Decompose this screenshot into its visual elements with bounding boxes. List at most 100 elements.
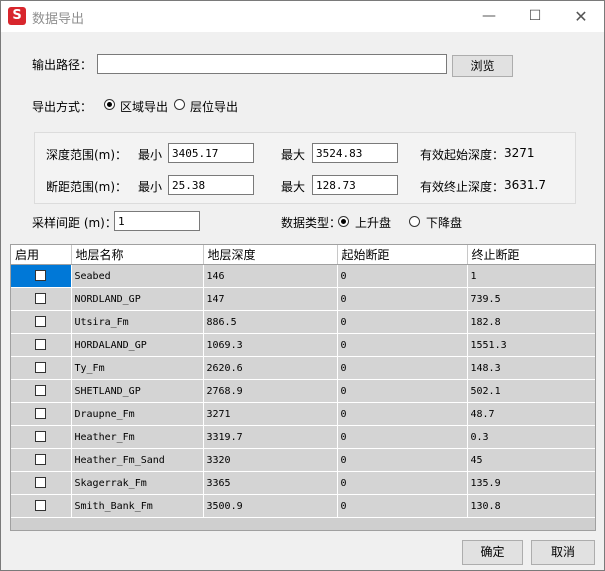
export-dialog: S 数据导出 — ☐ ✕ 输出路径： 浏览 导出方式： 区域导出 层位导出 深度… (0, 0, 605, 571)
enabled-cell[interactable] (11, 287, 72, 311)
export-mode-region-radio[interactable] (104, 99, 115, 110)
enabled-checkbox[interactable] (35, 293, 47, 305)
table-row[interactable]: Smith_Bank_Fm 3500.9 0 130.8 (11, 494, 595, 518)
enabled-cell[interactable] (11, 402, 72, 426)
enabled-cell[interactable] (11, 264, 72, 288)
table-row[interactable]: Seabed 146 0 1 (11, 264, 595, 288)
data-type-up-label[interactable]: 上升盘 (355, 214, 391, 231)
table-row[interactable]: NORDLAND_GP 147 0 739.5 (11, 287, 595, 311)
depth-max-label: 最大 (281, 148, 306, 162)
enabled-cell[interactable] (11, 379, 72, 403)
column-header-name[interactable]: 地层名称 (71, 245, 204, 265)
title-bar: S 数据导出 — ☐ ✕ (1, 1, 604, 32)
start-cell: 0 (337, 356, 468, 380)
name-cell: SHETLAND_GP (71, 379, 204, 403)
enabled-checkbox[interactable] (35, 385, 47, 397)
depth-cell: 147 (203, 287, 338, 311)
depth-min-input[interactable] (168, 143, 254, 163)
enabled-cell[interactable] (11, 356, 72, 380)
valid-end-depth-value: 3631.7 (504, 178, 546, 192)
enabled-cell[interactable] (11, 494, 72, 518)
table-row[interactable]: HORDALAND_GP 1069.3 0 1551.3 (11, 333, 595, 357)
sample-interval-label: 采样间距 (m)： (32, 216, 117, 230)
table-row[interactable]: Utsira_Fm 886.5 0 182.8 (11, 310, 595, 334)
start-cell: 0 (337, 402, 468, 426)
name-cell: HORDALAND_GP (71, 333, 204, 357)
export-mode-label: 导出方式： (32, 100, 93, 114)
enabled-checkbox[interactable] (35, 339, 47, 351)
start-cell: 0 (337, 264, 468, 288)
maximize-icon[interactable]: ☐ (512, 1, 558, 32)
start-cell: 0 (337, 471, 468, 495)
enabled-cell[interactable] (11, 333, 72, 357)
depth-cell: 3500.9 (203, 494, 338, 518)
end-cell: 45 (467, 448, 595, 472)
valid-start-depth-value: 3271 (504, 146, 535, 160)
column-header-end-offset[interactable]: 终止断距 (467, 245, 595, 265)
table-row[interactable]: Draupne_Fm 3271 0 48.7 (11, 402, 595, 426)
cancel-button[interactable]: 取消 (531, 540, 595, 565)
column-header-start-offset[interactable]: 起始断距 (337, 245, 468, 265)
offset-range-label: 断距范围(m)： (46, 180, 128, 194)
start-cell: 0 (337, 287, 468, 311)
enabled-checkbox[interactable] (35, 500, 47, 512)
start-cell: 0 (337, 425, 468, 449)
name-cell: Smith_Bank_Fm (71, 494, 204, 518)
enabled-checkbox[interactable] (35, 431, 47, 443)
depth-cell: 886.5 (203, 310, 338, 334)
enabled-cell[interactable] (11, 448, 72, 472)
offset-min-input[interactable] (168, 175, 254, 195)
end-cell: 135.9 (467, 471, 595, 495)
table-header: 启用 地层名称 地层深度 起始断距 终止断距 (11, 245, 595, 265)
enabled-cell[interactable] (11, 310, 72, 334)
output-path-input[interactable] (97, 54, 447, 74)
depth-cell: 2620.6 (203, 356, 338, 380)
close-icon[interactable]: ✕ (558, 1, 604, 32)
name-cell: Utsira_Fm (71, 310, 204, 334)
depth-cell: 3271 (203, 402, 338, 426)
table-row[interactable]: Heather_Fm_Sand 3320 0 45 (11, 448, 595, 472)
browse-button[interactable]: 浏览 (452, 55, 513, 77)
enabled-checkbox[interactable] (35, 362, 47, 374)
enabled-checkbox[interactable] (35, 270, 47, 282)
end-cell: 48.7 (467, 402, 595, 426)
depth-cell: 3365 (203, 471, 338, 495)
enabled-checkbox[interactable] (35, 454, 47, 466)
export-mode-region-label[interactable]: 区域导出 (120, 98, 168, 115)
depth-max-input[interactable] (312, 143, 398, 163)
export-mode-horizon-radio[interactable] (174, 99, 185, 110)
name-cell: Ty_Fm (71, 356, 204, 380)
depth-cell: 3319.7 (203, 425, 338, 449)
table-row[interactable]: Heather_Fm 3319.7 0 0.3 (11, 425, 595, 449)
sample-interval-input[interactable] (114, 211, 200, 231)
column-header-depth[interactable]: 地层深度 (203, 245, 338, 265)
depth-min-label: 最小 (138, 148, 163, 162)
minimize-icon[interactable]: — (466, 1, 512, 32)
name-cell: Seabed (71, 264, 204, 288)
enabled-checkbox[interactable] (35, 316, 47, 328)
depth-cell: 3320 (203, 448, 338, 472)
end-cell: 0.3 (467, 425, 595, 449)
start-cell: 0 (337, 448, 468, 472)
table-body: Seabed 146 0 1 NORDLAND_GP 147 0 739.5 Utsira_Fm… (11, 264, 595, 518)
table-row[interactable]: Ty_Fm 2620.6 0 148.3 (11, 356, 595, 380)
app-logo-icon: S (8, 7, 26, 25)
offset-max-input[interactable] (312, 175, 398, 195)
enabled-cell[interactable] (11, 471, 72, 495)
depth-cell: 1069.3 (203, 333, 338, 357)
end-cell: 130.8 (467, 494, 595, 518)
data-type-up-radio[interactable] (338, 216, 349, 227)
table-row[interactable]: SHETLAND_GP 2768.9 0 502.1 (11, 379, 595, 403)
data-type-down-label[interactable]: 下降盘 (426, 214, 462, 231)
enabled-checkbox[interactable] (35, 477, 47, 489)
enabled-cell[interactable] (11, 425, 72, 449)
column-header-enabled[interactable]: 启用 (11, 245, 72, 265)
table-row[interactable]: Skagerrak_Fm 3365 0 135.9 (11, 471, 595, 495)
data-type-label: 数据类型： (281, 216, 342, 230)
export-mode-horizon-label[interactable]: 层位导出 (190, 98, 238, 115)
enabled-checkbox[interactable] (35, 408, 47, 420)
data-type-down-radio[interactable] (409, 216, 420, 227)
name-cell: Draupne_Fm (71, 402, 204, 426)
end-cell: 502.1 (467, 379, 595, 403)
ok-button[interactable]: 确定 (462, 540, 523, 565)
